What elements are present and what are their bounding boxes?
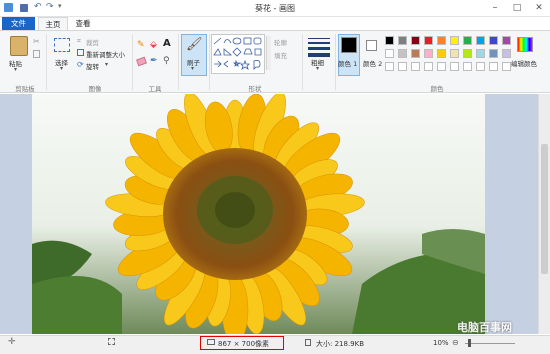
color1-swatch xyxy=(341,37,357,53)
selection-size-icon xyxy=(108,338,115,345)
pencil-icon[interactable]: ✎ xyxy=(137,40,145,50)
file-size: 大小: 218.9KB xyxy=(316,340,365,348)
brush-icon: 🖌 xyxy=(186,37,203,52)
brushes-dropdown-icon: ▾ xyxy=(191,65,195,72)
line-size-icon[interactable] xyxy=(308,38,330,57)
palette-swatch[interactable] xyxy=(424,36,433,45)
cut-icon[interactable]: ✂ xyxy=(33,37,40,46)
minimize-button[interactable]: – xyxy=(484,0,506,15)
palette-swatch[interactable] xyxy=(502,62,511,71)
zoom-out-button[interactable]: ⊖ xyxy=(452,338,459,347)
file-size-icon xyxy=(305,339,311,346)
fill-bucket-icon[interactable]: ⬙ xyxy=(150,40,157,50)
palette-swatch[interactable] xyxy=(502,36,511,45)
dimensions-highlight xyxy=(200,336,284,350)
maximize-button[interactable]: □ xyxy=(506,0,528,15)
palette-swatch[interactable] xyxy=(437,49,446,58)
palette-swatch[interactable] xyxy=(385,36,394,45)
tab-home[interactable]: 主页 xyxy=(38,17,68,31)
text-tool-icon[interactable]: A xyxy=(163,38,171,49)
rotate-icon[interactable]: ⟳ xyxy=(77,60,84,69)
paste-dropdown-icon[interactable]: ▾ xyxy=(14,66,17,73)
zoom-slider-thumb[interactable] xyxy=(468,339,471,347)
divider xyxy=(46,34,47,90)
shapes-icons xyxy=(213,37,262,70)
palette-swatch[interactable] xyxy=(398,62,407,71)
scroll-thumb[interactable] xyxy=(541,144,548,274)
palette-swatch[interactable] xyxy=(411,36,420,45)
fill-label[interactable]: 填充 xyxy=(274,50,287,60)
select-icon[interactable] xyxy=(54,38,70,52)
palette-swatch[interactable] xyxy=(424,62,433,71)
zoom-level: 10% xyxy=(433,339,449,347)
shapes-group-label: 形状 xyxy=(248,85,262,93)
vertical-scrollbar[interactable] xyxy=(538,94,550,334)
color-picker-icon[interactable]: ✒ xyxy=(150,56,158,66)
cursor-position-icon: ✛ xyxy=(8,337,16,347)
sunflower-picture xyxy=(32,94,485,334)
resize-icon[interactable] xyxy=(77,49,84,56)
select-dropdown-icon[interactable]: ▾ xyxy=(60,65,63,72)
watermark-text: 电脑百事网 xyxy=(457,321,512,334)
palette-swatch[interactable] xyxy=(476,49,485,58)
rotate-label[interactable]: 旋转 xyxy=(86,61,99,71)
close-button[interactable]: ✕ xyxy=(528,0,550,15)
divider xyxy=(335,34,336,90)
palette-swatch[interactable] xyxy=(450,36,459,45)
palette-swatch[interactable] xyxy=(489,36,498,45)
color2-swatch[interactable] xyxy=(366,40,377,51)
color-palette xyxy=(385,36,515,76)
color1-label: 颜色 1 xyxy=(338,60,358,68)
palette-swatch[interactable] xyxy=(411,62,420,71)
clipboard-icon[interactable] xyxy=(10,36,28,56)
image-group-label: 图像 xyxy=(88,85,102,93)
palette-swatch[interactable] xyxy=(502,49,511,58)
palette-swatch[interactable] xyxy=(463,49,472,58)
palette-swatch[interactable] xyxy=(489,49,498,58)
clipboard-group-label: 剪贴板 xyxy=(15,85,35,93)
palette-swatch[interactable] xyxy=(398,36,407,45)
zoom-slider[interactable] xyxy=(465,343,515,344)
palette-swatch[interactable] xyxy=(489,62,498,71)
palette-swatch[interactable] xyxy=(437,36,446,45)
palette-swatch[interactable] xyxy=(450,62,459,71)
palette-swatch[interactable] xyxy=(437,62,446,71)
rotate-dropdown-icon[interactable]: ▾ xyxy=(105,61,108,68)
sunflower-image[interactable] xyxy=(32,94,485,334)
palette-swatch[interactable] xyxy=(398,49,407,58)
tab-view[interactable]: 查看 xyxy=(68,17,98,31)
outline-label[interactable]: 轮廓 xyxy=(274,37,287,47)
palette-swatch[interactable] xyxy=(450,49,459,58)
copy-icon[interactable] xyxy=(33,50,40,58)
divider xyxy=(209,34,210,90)
edit-colors-icon[interactable] xyxy=(517,37,533,52)
palette-swatch[interactable] xyxy=(411,49,420,58)
palette-swatch[interactable] xyxy=(385,49,394,58)
resize-label[interactable]: 重新调整大小 xyxy=(86,49,125,59)
divider xyxy=(132,34,133,90)
divider xyxy=(302,34,303,90)
size-dropdown-icon[interactable]: ▾ xyxy=(316,65,319,72)
magnifier-icon[interactable]: ⚲ xyxy=(163,56,170,66)
window-title: 葵花 - 画图 xyxy=(255,4,295,13)
crop-icon[interactable]: ⌗ xyxy=(77,37,81,46)
edit-colors-label[interactable]: 编辑颜色 xyxy=(511,58,537,68)
tools-group-label: 工具 xyxy=(148,85,162,93)
tab-file[interactable]: 文件 xyxy=(2,17,35,30)
color2-label[interactable]: 颜色 2 xyxy=(363,58,382,68)
shapes-gallery[interactable] xyxy=(211,34,265,74)
crop-label[interactable]: 裁剪 xyxy=(86,37,99,47)
palette-swatch[interactable] xyxy=(476,62,485,71)
divider xyxy=(178,34,179,90)
colors-group-label: 颜色 xyxy=(430,85,444,93)
palette-swatch[interactable] xyxy=(476,36,485,45)
palette-swatch[interactable] xyxy=(463,62,472,71)
palette-swatch[interactable] xyxy=(463,36,472,45)
palette-swatch[interactable] xyxy=(424,49,433,58)
shapes-scrollbar[interactable] xyxy=(266,36,271,70)
palette-swatch[interactable] xyxy=(385,62,394,71)
